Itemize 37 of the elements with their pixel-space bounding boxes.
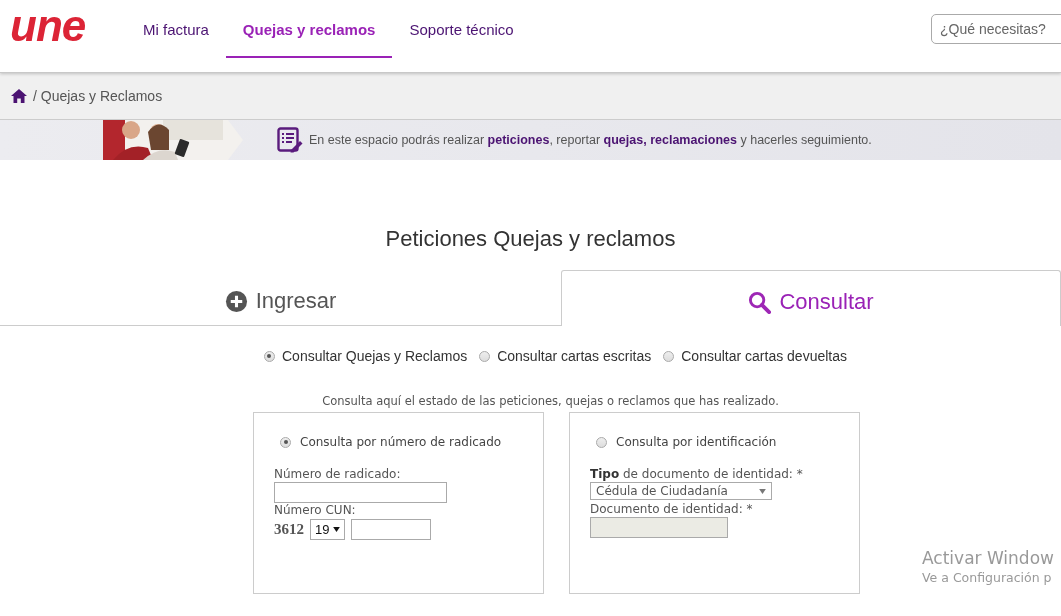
radio-label[interactable]: Consulta por identificación — [616, 435, 777, 449]
cun-prefix: 3612 — [274, 521, 304, 538]
search-field[interactable]: ¿Qué necesitas? — [931, 14, 1061, 44]
nav-link[interactable]: Quejas y reclamos — [225, 2, 393, 58]
tab[interactable]: Consultar — [561, 270, 1061, 326]
year-select[interactable]: 19 — [310, 519, 346, 540]
radio-label[interactable]: Consultar cartas escritas — [497, 348, 652, 364]
field-label: Número de radicado: — [274, 467, 401, 482]
caret-icon — [333, 527, 341, 532]
radio-button[interactable] — [264, 350, 275, 362]
breadcrumb-link[interactable]: / Quejas y Reclamos — [33, 88, 163, 104]
caption-text: Consulta aquí el estado de las peticiones, quejas o reclamos que has realizado. — [321, 394, 780, 408]
radio-label[interactable]: Consultar cartas devueltas — [681, 348, 847, 364]
document-type-select[interactable]: Cédula de Ciudadanía — [590, 482, 772, 500]
search-icon — [748, 290, 772, 314]
page-title: Peticiones Quejas y reclamos — [384, 226, 677, 252]
document-icon — [277, 127, 303, 153]
input-field[interactable] — [351, 519, 432, 540]
radio-button[interactable] — [663, 350, 675, 362]
nav-link[interactable]: Soporte técnico — [392, 2, 531, 58]
field-label: Número CUN: — [274, 503, 356, 518]
field-label: Documento de identidad: * — [590, 502, 753, 517]
radio-label[interactable]: Consulta por número de radicado — [300, 435, 502, 449]
nav-link[interactable]: Mi factura — [126, 2, 226, 58]
banner-text: En este espacio podrás realizar peticiones, reportar quejas, reclamaciones y hacerles seguimiento. — [309, 133, 872, 147]
field-label: Tipo de documento de identidad: * — [590, 467, 803, 482]
radio-button[interactable] — [479, 350, 491, 362]
activation-notice-text: Ve a Configuración p — [922, 570, 1053, 585]
home-icon[interactable] — [11, 89, 27, 103]
radio-button[interactable] — [596, 436, 607, 448]
radio-button[interactable] — [280, 436, 291, 448]
logo[interactable]: une — [10, 6, 118, 46]
activation-notice-title: Activar Window — [922, 548, 1054, 568]
input-field[interactable] — [274, 482, 447, 503]
plus-icon — [224, 289, 248, 313]
radio-label[interactable]: Consultar Quejas y Reclamos — [282, 348, 468, 364]
caret-icon — [759, 488, 766, 494]
